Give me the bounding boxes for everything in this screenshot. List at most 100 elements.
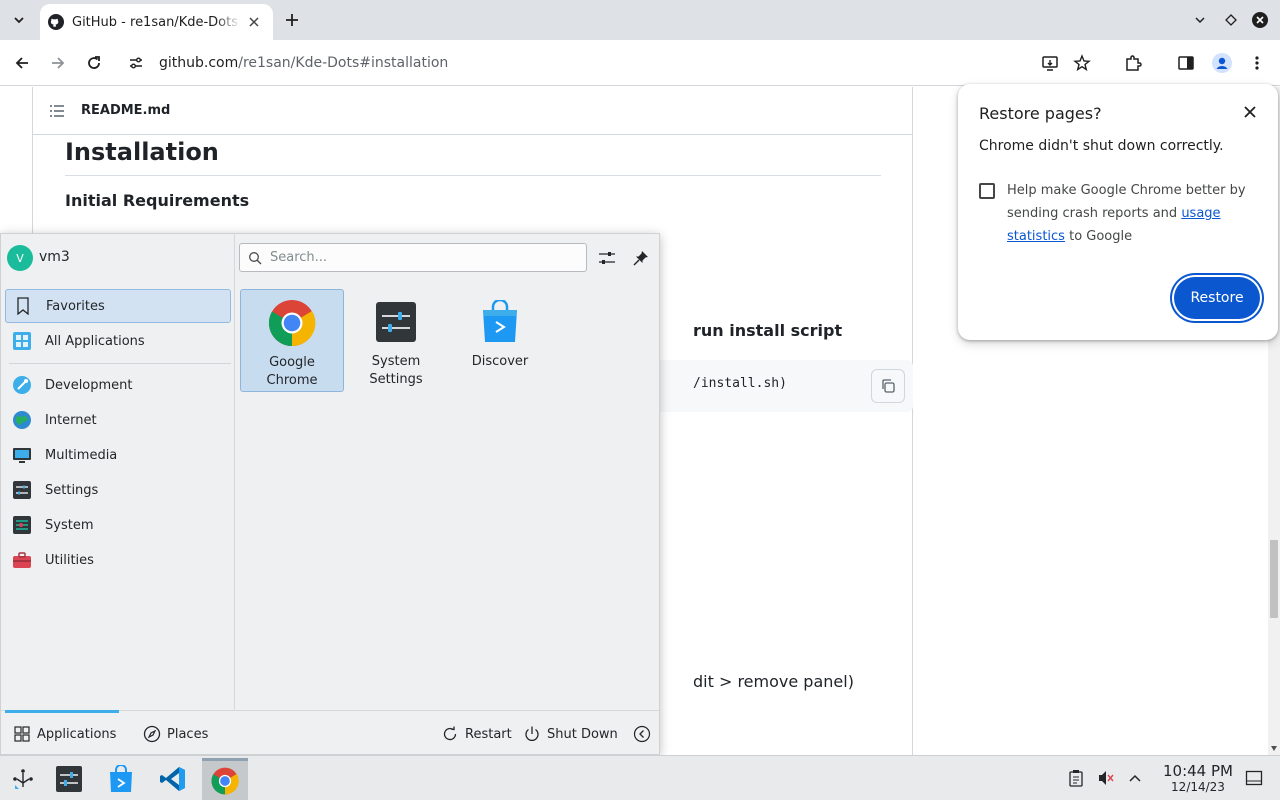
browser-toolbar: github.com/re1san/Kde-Dots#installation (0, 40, 1280, 86)
system-settings-icon (56, 766, 82, 792)
discover-icon (474, 296, 526, 348)
side-panel-icon (1178, 56, 1194, 70)
readme-filename[interactable]: README.md (81, 103, 170, 118)
forward-button[interactable] (44, 49, 72, 77)
applications-tab[interactable]: Applications (4, 710, 120, 745)
copy-button[interactable] (871, 369, 905, 403)
minimize-button[interactable] (1189, 9, 1211, 31)
tray-expander[interactable] (1125, 768, 1145, 788)
tab-close-icon[interactable] (245, 13, 263, 31)
chevron-down-icon (1195, 17, 1205, 24)
launcher-footer: Applications Places Restart Shut Down (1, 710, 659, 754)
grid-icon (13, 725, 31, 743)
avatar[interactable]: V (7, 245, 33, 271)
chrome-menu-button[interactable] (1243, 49, 1271, 77)
places-tab-label: Places (167, 726, 209, 742)
extensions-button[interactable] (1119, 49, 1147, 77)
show-desktop-button[interactable] (1244, 768, 1264, 788)
reload-button[interactable] (80, 49, 108, 77)
taskbar-system-settings[interactable] (46, 758, 92, 800)
taskbar-discover[interactable] (98, 758, 144, 800)
utilities-icon (11, 549, 33, 571)
taskbar: 10:44 PM 12/14/23 (0, 755, 1280, 800)
multimedia-icon (11, 444, 33, 466)
scroll-thumb[interactable] (1270, 540, 1278, 618)
places-tab[interactable]: Places (143, 723, 208, 745)
install-icon (1042, 56, 1058, 71)
scroll-down-arrow[interactable] (1271, 746, 1277, 751)
maximize-button[interactable] (1220, 9, 1242, 31)
tab-title: GitHub - re1san/Kde-Dots: KDE (72, 14, 241, 30)
chevron-up-icon (1129, 774, 1141, 782)
markdown-body: Installation Initial Requirements run in… (65, 135, 913, 691)
clipboard-tray[interactable] (1066, 768, 1086, 788)
taskbar-vscode[interactable] (150, 758, 196, 800)
category-utilities[interactable]: Utilities (5, 543, 231, 577)
category-development[interactable]: Development (5, 368, 231, 402)
side-panel-button[interactable] (1172, 49, 1200, 77)
url-path: /re1san/Kde-Dots#installation (238, 55, 449, 71)
restart-button[interactable]: Restart (441, 723, 512, 745)
category-label: Development (45, 377, 133, 393)
profile-button[interactable] (1208, 49, 1236, 77)
launcher-button[interactable] (0, 758, 46, 800)
browser-tab[interactable]: GitHub - re1san/Kde-Dots: KDE (40, 4, 273, 40)
configure-button[interactable] (595, 246, 619, 270)
crash-report-checkbox[interactable] (979, 183, 995, 199)
list-icon[interactable] (49, 103, 65, 119)
puzzle-icon (1126, 55, 1142, 71)
requirements-heading: Initial Requirements (65, 191, 250, 210)
volume-muted-icon (1099, 771, 1114, 785)
install-script-heading: run install script (693, 321, 843, 340)
application-launcher: V vm3 Favorites All Applications Develop… (0, 233, 660, 755)
app-discover[interactable]: Discover (448, 289, 552, 392)
arrow-right-icon (52, 57, 65, 69)
digital-clock[interactable]: 10:44 PM 12/14/23 (1150, 762, 1246, 795)
category-internet[interactable]: Internet (5, 403, 231, 437)
new-tab-button[interactable] (280, 8, 304, 32)
pin-icon (633, 251, 648, 266)
category-all-applications[interactable]: All Applications (5, 324, 231, 358)
crash-report-suffix: to Google (1069, 229, 1133, 244)
discover-icon (110, 765, 132, 792)
pin-button[interactable] (629, 246, 653, 270)
bookmark-star-button[interactable] (1068, 49, 1096, 77)
user-name[interactable]: vm3 (39, 249, 70, 265)
launcher-search[interactable] (239, 243, 587, 272)
taskbar-google-chrome[interactable] (202, 758, 248, 800)
plus-icon (286, 14, 298, 26)
readme-header: README.md (33, 87, 912, 135)
settings-icon (11, 479, 33, 501)
shutdown-button[interactable]: Shut Down (523, 723, 618, 745)
system-settings-icon (370, 296, 422, 348)
close-window-button[interactable] (1249, 9, 1271, 31)
close-icon (1244, 106, 1256, 118)
chevron-down-icon (14, 17, 24, 24)
site-info-icon[interactable] (122, 49, 150, 77)
category-multimedia[interactable]: Multimedia (5, 438, 231, 472)
launcher-header: V vm3 (1, 234, 659, 282)
search-input[interactable] (270, 250, 570, 265)
address-bar[interactable]: github.com/re1san/Kde-Dots#installation (120, 47, 1020, 79)
dialog-close-button[interactable] (1240, 102, 1260, 122)
leave-options-button[interactable] (633, 723, 657, 745)
restore-button[interactable]: Restore (1174, 277, 1260, 319)
reload-icon (88, 56, 100, 69)
category-favorites[interactable]: Favorites (5, 289, 231, 323)
copy-icon (882, 379, 895, 393)
code-text: /install.sh) (693, 376, 787, 391)
app-google-chrome[interactable]: Google Chrome (240, 289, 344, 392)
back-button[interactable] (8, 49, 36, 77)
category-settings[interactable]: Settings (5, 473, 231, 507)
install-app-button[interactable] (1036, 49, 1064, 77)
app-system-settings[interactable]: System Settings (344, 289, 448, 392)
chrome-icon (211, 767, 239, 794)
volume-tray[interactable] (1096, 768, 1116, 788)
vscode-icon (160, 767, 185, 791)
kde-launcher-icon (13, 769, 33, 789)
category-system[interactable]: System (5, 508, 231, 542)
chrome-icon (266, 297, 318, 349)
internet-icon (11, 409, 33, 431)
tab-search-button[interactable] (6, 7, 32, 33)
bookmark-icon (12, 295, 34, 317)
